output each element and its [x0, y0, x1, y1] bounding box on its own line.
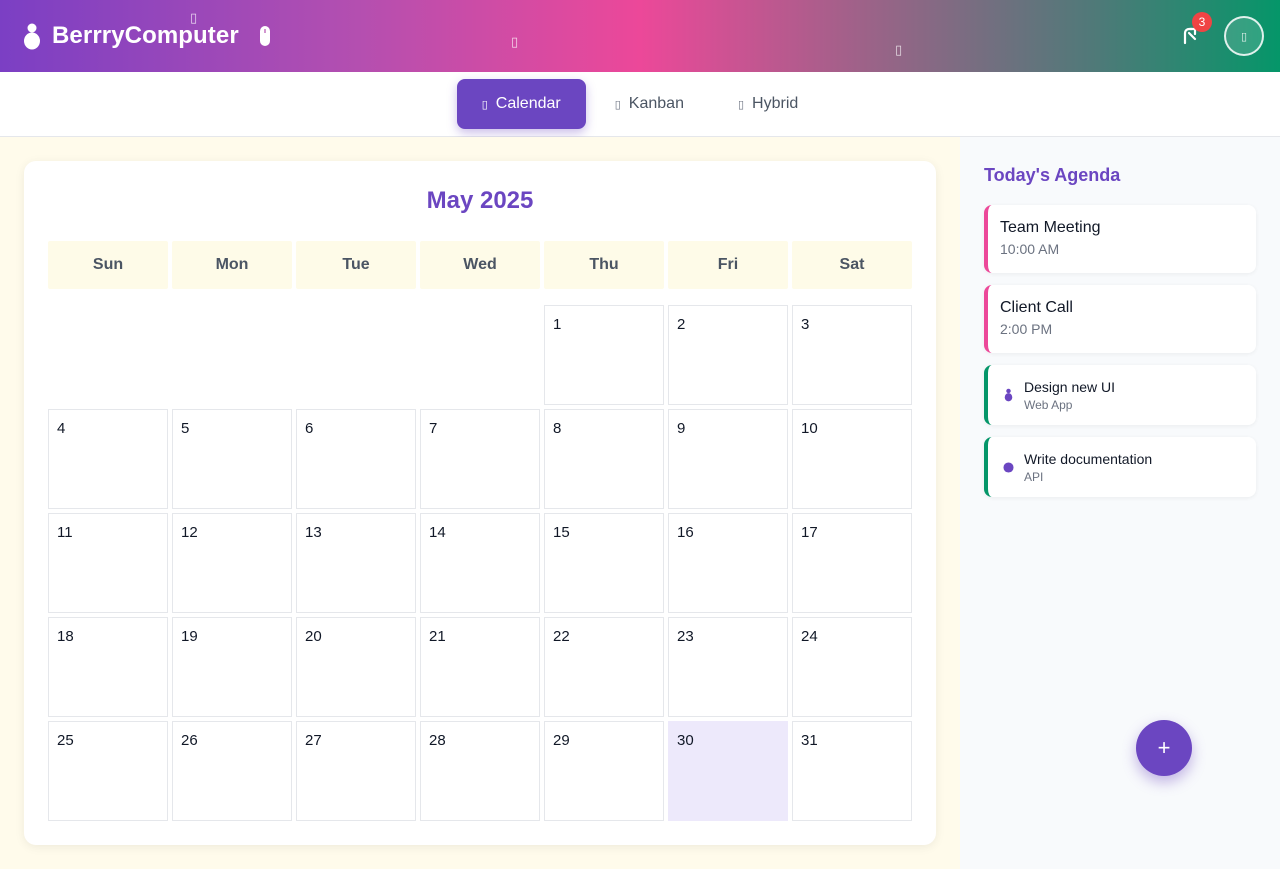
- weekday-label: Thu: [544, 241, 664, 289]
- add-item-button[interactable]: +: [1136, 720, 1192, 776]
- notification-badge: 3: [1192, 12, 1212, 32]
- weekday-header: Sun Mon Tue Wed Thu Fri Sat: [48, 241, 912, 289]
- floating-decor-icon: ▯: [511, 34, 519, 49]
- weekday-label: Tue: [296, 241, 416, 289]
- calendar-day[interactable]: 5: [172, 409, 292, 509]
- tab-kanban[interactable]: ▯ Kanban: [590, 79, 709, 129]
- event-time: 2:00 PM: [1000, 321, 1053, 337]
- event-title: Client Call: [1000, 299, 1073, 316]
- user-avatar[interactable]: ▯: [1224, 16, 1264, 56]
- kanban-icon: ▯: [614, 98, 621, 111]
- calendar-day-today[interactable]: 30: [668, 721, 788, 821]
- calendar-day[interactable]: 18: [48, 617, 168, 717]
- view-tabs: ▯ Calendar ▯ Kanban ▯ Hybrid: [0, 72, 1280, 137]
- weekday-label: Sun: [48, 241, 168, 289]
- task-project: Web App: [1024, 397, 1073, 412]
- calendar-day[interactable]: 16: [668, 513, 788, 613]
- calendar-day[interactable]: 27: [296, 721, 416, 821]
- calendar-day[interactable]: 12: [172, 513, 292, 613]
- calendar-day[interactable]: 26: [172, 721, 292, 821]
- calendar-day[interactable]: 1: [544, 305, 664, 405]
- calendar-day[interactable]: 31: [792, 721, 912, 821]
- berry-logo-icon: [22, 22, 42, 50]
- floating-decor-icon: ▯: [895, 42, 903, 57]
- calendar-day[interactable]: 23: [668, 617, 788, 717]
- user-icon: ▯: [1240, 30, 1248, 43]
- calendar-day[interactable]: 28: [420, 721, 540, 821]
- dot-icon: [1002, 461, 1014, 473]
- calendar-day[interactable]: 2: [668, 305, 788, 405]
- agenda-task[interactable]: Write documentation API: [984, 437, 1256, 497]
- event-title: Team Meeting: [1000, 219, 1101, 236]
- calendar-day[interactable]: 17: [792, 513, 912, 613]
- calendar-day[interactable]: 19: [172, 617, 292, 717]
- task-title: Design new UI: [1024, 378, 1116, 395]
- agenda-event[interactable]: Team Meeting 10:00 AM: [984, 205, 1256, 273]
- calendar-day[interactable]: 25: [48, 721, 168, 821]
- calendar-grid: 1 2 3 4 5 6 7 8 9 10 11 12 13 14 15 16 17 18 19 20 21 22 23 24 2…: [48, 305, 912, 821]
- calendar-card: May 2025 Sun Mon Tue Wed Thu Fri Sat 123456789…: [24, 161, 936, 845]
- tab-calendar[interactable]: ▯ Calendar: [456, 79, 586, 129]
- calendar-day[interactable]: 10: [792, 409, 912, 509]
- calendar-day[interactable]: 29: [544, 721, 664, 821]
- task-project: API: [1024, 469, 1044, 484]
- berry-icon: [1002, 388, 1014, 402]
- calendar-day-empty: [172, 305, 292, 405]
- calendar-month-title: May 2025: [426, 187, 534, 214]
- calendar-day[interactable]: 11: [48, 513, 168, 613]
- calendar-day[interactable]: 8: [544, 409, 664, 509]
- calendar-day[interactable]: 21: [420, 617, 540, 717]
- app-title: BerrryComputer: [52, 22, 239, 49]
- floating-decor-icon: ▯: [190, 10, 198, 25]
- calendar-day[interactable]: 6: [296, 409, 416, 509]
- notifications-button[interactable]: 3: [1176, 12, 1212, 56]
- calendar-day[interactable]: 3: [792, 305, 912, 405]
- agenda-task[interactable]: Design new UI Web App: [984, 365, 1256, 425]
- calendar-day-empty: [296, 305, 416, 405]
- calendar-day[interactable]: 9: [668, 409, 788, 509]
- calendar-day[interactable]: 4: [48, 409, 168, 509]
- calendar-day[interactable]: 14: [420, 513, 540, 613]
- main-area: May 2025 Sun Mon Tue Wed Thu Fri Sat 123456789…: [0, 137, 960, 869]
- weekday-label: Mon: [172, 241, 292, 289]
- mouse-icon: [259, 25, 271, 47]
- calendar-day[interactable]: 7: [420, 409, 540, 509]
- calendar-day-empty: [420, 305, 540, 405]
- weekday-label: Wed: [420, 241, 540, 289]
- app-header: BerrryComputer ▯ ▯ ▯ 3 ▯: [0, 0, 1280, 72]
- calendar-day[interactable]: 24: [792, 617, 912, 717]
- calendar-day[interactable]: 15: [544, 513, 664, 613]
- event-time: 10:00 AM: [1000, 241, 1060, 257]
- calendar-day[interactable]: 13: [296, 513, 416, 613]
- brand[interactable]: BerrryComputer: [22, 22, 271, 50]
- tab-label: Calendar: [495, 95, 561, 112]
- tab-label: Hybrid: [752, 95, 799, 112]
- agenda-sidebar: Today's Agenda Team Meeting 10:00 AM Cli…: [960, 137, 1280, 869]
- agenda-title: Today's Agenda: [984, 165, 1121, 185]
- calendar-day[interactable]: 22: [544, 617, 664, 717]
- task-title: Write documentation: [1024, 450, 1153, 467]
- tab-hybrid[interactable]: ▯ Hybrid: [713, 79, 823, 129]
- weekday-label: Sat: [792, 241, 912, 289]
- weekday-label: Fri: [668, 241, 788, 289]
- calendar-day-empty: [48, 305, 168, 405]
- tab-label: Kanban: [628, 95, 684, 112]
- hybrid-icon: ▯: [737, 98, 745, 111]
- calendar-day[interactable]: 20: [296, 617, 416, 717]
- calendar-icon: ▯: [481, 98, 488, 111]
- agenda-event[interactable]: Client Call 2:00 PM: [984, 285, 1256, 353]
